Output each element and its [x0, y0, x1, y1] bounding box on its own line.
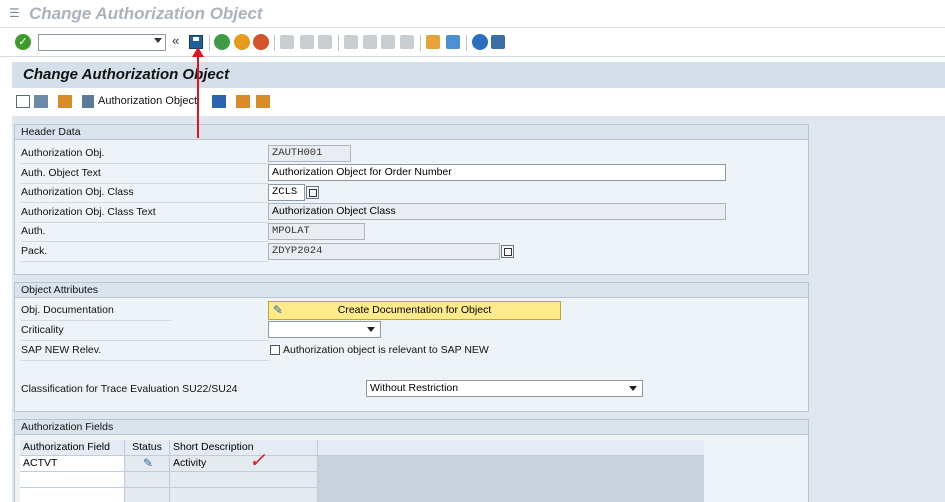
enter-icon[interactable]: ✓	[15, 34, 31, 50]
system-toolbar: ✓ «	[0, 29, 945, 57]
create-documentation-button[interactable]: ✎ Create Documentation for Object	[268, 301, 561, 320]
pencil-icon: ✎	[143, 456, 154, 470]
group-title: Authorization Fields	[15, 420, 808, 435]
back-icon[interactable]	[214, 34, 230, 50]
chevron-down-icon[interactable]	[367, 327, 375, 332]
separator	[209, 35, 210, 51]
divider	[21, 202, 269, 203]
shortcut-icon[interactable]	[446, 35, 460, 49]
edit-icon[interactable]	[34, 95, 48, 108]
auth-text-field[interactable]: Authorization Object for Order Number	[268, 164, 726, 181]
separator	[274, 35, 275, 51]
last-page-icon[interactable]	[400, 35, 414, 49]
pack-label: Pack.	[21, 245, 48, 257]
value-help-icon[interactable]	[306, 186, 319, 199]
table-cell-status[interactable]: ✎	[125, 456, 170, 472]
column-header-status[interactable]: Status	[125, 440, 170, 456]
title-bar: ☰ Change Authorization Object	[0, 0, 945, 28]
criticality-dropdown[interactable]	[268, 321, 381, 338]
auth-obj-field: ZAUTH001	[268, 145, 351, 162]
trace-classification-dropdown[interactable]: Without Restriction	[366, 380, 643, 397]
criticality-label: Criticality	[21, 324, 64, 336]
hierarchy-icon[interactable]	[236, 95, 250, 108]
separator	[466, 35, 467, 51]
find-next-icon[interactable]	[318, 35, 332, 49]
column-header-description[interactable]: Short Description	[170, 440, 318, 456]
create-documentation-label: Create Documentation for Object	[337, 304, 492, 316]
table-cell-status	[125, 472, 170, 488]
first-page-icon[interactable]	[344, 35, 358, 49]
cancel-icon[interactable]	[253, 34, 269, 50]
trace-classification-value: Without Restriction	[370, 382, 459, 394]
annotation-arrow	[197, 52, 199, 138]
divider	[21, 163, 269, 164]
authorization-object-button[interactable]: Authorization Object	[98, 95, 197, 107]
application-toolbar: Authorization Object	[12, 88, 945, 116]
chevron-down-icon[interactable]	[154, 38, 162, 43]
class-field[interactable]: ZCLS	[268, 184, 305, 201]
pack-field: ZDYP2024	[268, 243, 500, 260]
info-icon[interactable]	[212, 95, 226, 108]
help-icon[interactable]	[472, 34, 488, 50]
table-cell-description: Activity	[170, 456, 318, 472]
delete-icon[interactable]	[82, 95, 94, 108]
table-cell-description	[170, 488, 318, 502]
table-cell-field[interactable]	[20, 488, 125, 502]
screen-header: Change Authorization Object	[12, 62, 945, 88]
print-icon[interactable]	[280, 35, 294, 49]
divider	[21, 241, 269, 242]
column-header-field[interactable]: Authorization Field	[20, 440, 125, 456]
doc-label: Obj. Documentation	[21, 304, 114, 316]
pencil-icon: ✎	[273, 303, 284, 317]
class-label: Authorization Obj. Class	[21, 186, 134, 198]
divider	[21, 320, 171, 321]
separator	[338, 35, 339, 51]
table-cell-description	[170, 472, 318, 488]
next-page-icon[interactable]	[381, 35, 395, 49]
other-object-icon[interactable]	[58, 95, 72, 108]
previous-page-icon[interactable]	[363, 35, 377, 49]
display-change-icon[interactable]	[16, 95, 30, 108]
auth-text-label: Auth. Object Text	[21, 167, 101, 179]
table-cell-field[interactable]	[20, 472, 125, 488]
find-icon[interactable]	[300, 35, 314, 49]
divider	[21, 360, 269, 361]
sap-new-checkbox[interactable]	[270, 345, 280, 355]
exit-icon[interactable]	[234, 34, 250, 50]
table-cell-field[interactable]: ACTVT	[20, 456, 125, 472]
new-session-icon[interactable]	[426, 35, 440, 49]
auth-label: Auth.	[21, 225, 46, 237]
sap-new-label: SAP NEW Relev.	[21, 344, 102, 356]
layout-icon[interactable]	[491, 35, 505, 49]
collapse-icon[interactable]: «	[172, 33, 179, 48]
group-title: Object Attributes	[15, 283, 808, 298]
trace-label: Classification for Trace Evaluation SU22…	[21, 383, 238, 395]
annotation-checkmark-icon: ✓	[249, 450, 266, 472]
column-header-empty	[318, 440, 704, 456]
sap-new-checkbox-label[interactable]: Authorization object is relevant to SAP …	[283, 344, 489, 356]
window-title: Change Authorization Object	[29, 4, 263, 23]
divider	[21, 183, 269, 184]
auth-field: MPOLAT	[268, 223, 365, 240]
divider	[21, 222, 269, 223]
class-text-label: Authorization Obj. Class Text	[21, 206, 156, 218]
divider	[21, 340, 269, 341]
chevron-down-icon[interactable]	[629, 386, 637, 391]
group-title: Header Data	[15, 125, 808, 140]
authorization-fields-table: Authorization Field Status Short Descrip…	[20, 440, 704, 502]
value-help-icon[interactable]	[501, 245, 514, 258]
auth-obj-label: Authorization Obj.	[21, 147, 105, 159]
table-cell-status	[125, 488, 170, 502]
separator	[420, 35, 421, 51]
menu-icon[interactable]: ☰	[9, 7, 22, 20]
command-field[interactable]	[38, 34, 166, 51]
class-text-field: Authorization Object Class	[268, 203, 726, 220]
divider	[21, 261, 269, 262]
where-used-icon[interactable]	[256, 95, 270, 108]
